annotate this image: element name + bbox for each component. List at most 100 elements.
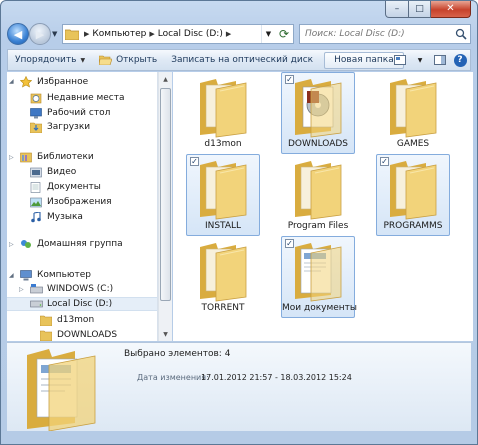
- sidebar-computer[interactable]: Компьютер: [7, 268, 157, 282]
- documents-icon: [29, 180, 43, 194]
- organize-button[interactable]: Упорядочить ▼: [8, 50, 92, 70]
- folder-tile-selected[interactable]: ✓ PROGRAMMS: [376, 154, 450, 236]
- breadcrumb-chevron-icon[interactable]: ▶: [81, 30, 92, 38]
- breadcrumb-chevron-icon[interactable]: ▶: [146, 30, 157, 38]
- back-button[interactable]: ◀: [7, 23, 29, 45]
- sidebar-computer-label: Компьютер: [37, 270, 91, 280]
- minimize-button[interactable]: –: [385, 1, 409, 18]
- preview-pane-button[interactable]: [430, 50, 450, 70]
- sidebar-item-label: Загрузки: [47, 122, 91, 132]
- maximize-button[interactable]: □: [409, 1, 431, 18]
- folder-icon: [200, 161, 247, 220]
- navigation-scrollbar[interactable]: ▲ ▼: [158, 72, 172, 341]
- sidebar-libraries[interactable]: Библиотеки: [7, 150, 157, 164]
- folder-tile[interactable]: GAMES: [376, 72, 450, 154]
- sidebar-item-downloads[interactable]: Загрузки: [7, 120, 157, 134]
- close-button[interactable]: ✕: [431, 1, 471, 18]
- file-name: d13mon: [204, 139, 242, 149]
- file-name: TORRENT: [201, 303, 245, 313]
- file-name: DOWNLOADS: [287, 139, 349, 149]
- music-icon: [29, 210, 43, 224]
- open-label: Открыть: [116, 55, 158, 65]
- windows-drive-icon: [29, 282, 43, 296]
- star-icon: [19, 75, 33, 89]
- folder-tile[interactable]: Program Files: [281, 154, 355, 236]
- chevron-down-icon: ▼: [417, 56, 423, 64]
- sidebar-favorites[interactable]: Избранное: [7, 75, 157, 89]
- pictures-icon: [29, 195, 43, 209]
- sidebar-item-label: Изображения: [47, 197, 112, 207]
- sidebar-item-downloads-folder[interactable]: DOWNLOADS: [7, 328, 157, 341]
- command-bar: Упорядочить ▼ Открыть Записать на оптичес…: [7, 49, 471, 71]
- folder-icon: [39, 328, 53, 341]
- sidebar-favorites-label: Избранное: [37, 77, 89, 87]
- folder-tile-selected[interactable]: ✓ Мои документы: [281, 236, 357, 318]
- folder-tile-selected[interactable]: ✓ DOWNLOADS: [281, 72, 355, 154]
- new-folder-label: Новая папка: [334, 55, 394, 65]
- sidebar-item-label: d13mon: [57, 315, 95, 325]
- maximize-icon: □: [415, 3, 424, 14]
- sidebar-item-video[interactable]: Видео: [7, 165, 157, 179]
- sidebar-item-d13mon[interactable]: d13mon: [7, 313, 157, 327]
- media-folder-icon: [295, 79, 342, 138]
- libraries-icon: [19, 150, 33, 164]
- sidebar-item-music[interactable]: Музыка: [7, 210, 157, 224]
- address-bar[interactable]: ▶ Компьютер ▶ Local Disc (D:) ▶ ▼ ⟳: [62, 24, 294, 44]
- date-modified-value: 17.01.2012 21:57 - 18.03.2012 15:24: [201, 373, 352, 382]
- breadcrumb-chevron-icon[interactable]: ▶: [223, 30, 234, 38]
- sidebar-item-drive-c[interactable]: WINDOWS (C:): [7, 282, 157, 296]
- sidebar-homegroup-label: Домашняя группа: [37, 239, 123, 249]
- view-options-button[interactable]: [390, 50, 410, 70]
- help-button[interactable]: ?: [450, 50, 470, 70]
- folder-tile[interactable]: TORRENT: [186, 236, 260, 318]
- sidebar-item-pictures[interactable]: Изображения: [7, 195, 157, 209]
- burn-button[interactable]: Записать на оптический диск: [164, 50, 320, 70]
- breadcrumb-local-disc[interactable]: Local Disc (D:): [158, 29, 223, 39]
- sidebar-item-desktop[interactable]: Рабочий стол: [7, 106, 157, 120]
- toolbar-right: ▼ ?: [390, 50, 470, 70]
- desktop-icon: [29, 106, 43, 120]
- folder-icon: [39, 313, 53, 327]
- refresh-icon[interactable]: ⟳: [275, 25, 293, 43]
- file-name: Program Files: [287, 221, 349, 231]
- sidebar-libraries-label: Библиотеки: [37, 152, 94, 162]
- sidebar-item-documents[interactable]: Документы: [7, 180, 157, 194]
- downloads-icon: [29, 120, 43, 134]
- date-modified-label: Дата изменения:: [137, 373, 209, 382]
- explorer-window: – □ ✕ ◀ ▶ ▼ ▶ Компьютер ▶ Local Disc (D:…: [0, 0, 478, 445]
- file-name: GAMES: [396, 139, 430, 149]
- address-dropdown-icon[interactable]: ▼: [261, 25, 275, 43]
- sidebar-item-label: Local Disc (D:): [47, 299, 113, 309]
- forward-button[interactable]: ▶: [29, 23, 51, 45]
- scroll-thumb[interactable]: [160, 88, 171, 301]
- search-input[interactable]: [300, 25, 450, 43]
- sidebar-item-label: Рабочий стол: [47, 108, 111, 118]
- folder-tile[interactable]: d13mon: [186, 72, 260, 154]
- documents-folder-icon: [295, 243, 342, 302]
- chevron-down-icon: ▼: [80, 56, 86, 64]
- forward-arrow-icon: ▶: [35, 27, 45, 41]
- folder-icon: [295, 161, 342, 220]
- scroll-down-icon[interactable]: ▼: [159, 327, 172, 341]
- sidebar-item-label: Видео: [47, 167, 77, 177]
- details-pane: Выбрано элементов: 4 Дата изменения: 17.…: [7, 342, 471, 431]
- view-dropdown-button[interactable]: ▼: [410, 50, 430, 70]
- sidebar-item-drive-d[interactable]: Local Disc (D:): [7, 297, 157, 311]
- folder-tile-selected[interactable]: ✓ INSTALL: [186, 154, 260, 236]
- selection-preview-icon: [27, 349, 96, 431]
- sidebar-item-label: Документы: [47, 182, 101, 192]
- search-icon[interactable]: [455, 28, 467, 40]
- sidebar-item-label: Недавние места: [47, 93, 125, 103]
- search-box[interactable]: [299, 24, 471, 44]
- recent-pages-dropdown[interactable]: ▼: [52, 30, 57, 38]
- sidebar-item-recent[interactable]: Недавние места: [7, 91, 157, 105]
- folder-icon: [390, 161, 437, 220]
- sidebar-item-label: WINDOWS (C:): [47, 284, 114, 294]
- burn-label: Записать на оптический диск: [171, 55, 314, 65]
- back-arrow-icon: ◀: [13, 27, 23, 41]
- sidebar-homegroup[interactable]: Домашняя группа: [7, 237, 157, 251]
- drive-icon: [29, 297, 43, 311]
- breadcrumb-computer[interactable]: Компьютер: [92, 29, 146, 39]
- scroll-up-icon[interactable]: ▲: [159, 72, 172, 86]
- open-button[interactable]: Открыть: [92, 50, 164, 70]
